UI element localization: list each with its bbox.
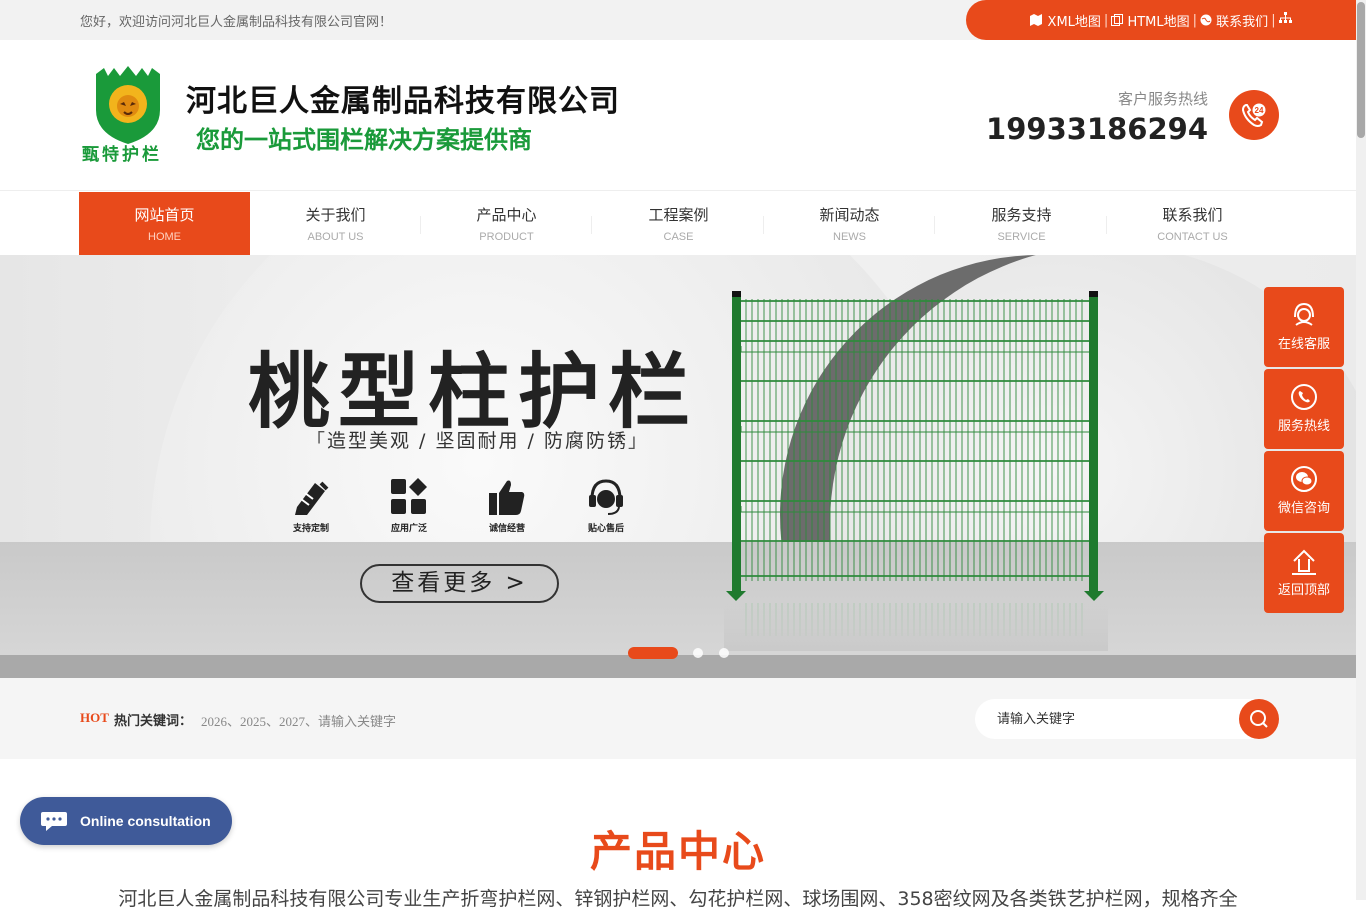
html-map-label: HTML地图 — [1127, 14, 1190, 30]
nav-contact[interactable]: 联系我们 CONTACT US — [1107, 192, 1278, 256]
wechat-consult-button[interactable]: 微信咨询 — [1264, 451, 1344, 531]
hotline-label: 客户服务热线 — [1117, 90, 1208, 108]
contact-label: 联系我们 — [1216, 14, 1269, 30]
search-icon — [1250, 710, 1268, 728]
nav-about[interactable]: 关于我们 ABOUT US — [250, 192, 421, 256]
nav-product[interactable]: 产品中心 PRODUCT — [421, 192, 592, 256]
company-slogan: 您的一站式围栏解决方案提供商 — [196, 126, 532, 154]
online-consultation-button[interactable]: Online consultation — [20, 797, 232, 845]
top-bar: 您好，欢迎访问河北巨人金属制品科技有限公司官网！ XML地图 | HTML地图 … — [0, 0, 1356, 40]
nav-label: 服务支持 — [991, 206, 1052, 224]
globe-icon — [1200, 14, 1212, 25]
hero-banner: 桃型柱护栏 「造型美观 / 坚固耐用 / 防腐防锈」 支持定制 应用广泛 诚信经… — [0, 255, 1356, 678]
product-center-description: 河北巨人金属制品科技有限公司专业生产折弯护栏网、锌钢护栏网、勾花护栏网、球场围网… — [118, 888, 1238, 910]
back-to-top-button[interactable]: 返回顶部 — [1264, 533, 1344, 613]
hot-keywords-bar: HOT 热门关键词： 2026、2025、2027、请输入关键字 — [0, 678, 1356, 759]
search-button[interactable] — [1239, 699, 1279, 739]
sitemap-icon — [1278, 12, 1292, 23]
float-label: 在线客服 — [1277, 337, 1330, 352]
nav-news[interactable]: 新闻动态 NEWS — [764, 192, 935, 256]
phone-24-icon: 24 — [1229, 90, 1279, 140]
thumbs-up-icon — [489, 480, 525, 515]
search-box — [975, 699, 1279, 739]
consult-label: Online consultation — [80, 813, 211, 829]
float-label: 微信咨询 — [1277, 501, 1330, 516]
hot-keywords-label: 热门关键词： — [114, 714, 193, 729]
fence-product-image — [724, 291, 1108, 651]
wechat-icon — [1291, 466, 1317, 492]
online-service-button[interactable]: 在线客服 — [1264, 287, 1344, 367]
logo-text: 甄特护栏 — [82, 145, 162, 165]
sitemap-link[interactable] — [1278, 12, 1292, 28]
top-links: XML地图 | HTML地图 | 联系我们 | — [966, 0, 1356, 40]
hotline-number: 19933186294 — [986, 112, 1208, 146]
contact-link[interactable]: 联系我们 — [1200, 11, 1268, 30]
nav-label: 网站首页 — [134, 206, 195, 224]
xml-map-label: XML地图 — [1047, 14, 1101, 30]
nav-label: 联系我们 — [1162, 206, 1223, 224]
nav-label: 新闻动态 — [819, 206, 880, 224]
site-header: 甄特护栏 河北巨人金属制品科技有限公司 您的一站式围栏解决方案提供商 客户服务热… — [0, 40, 1356, 190]
feature-label: 贴心售后 — [587, 524, 624, 534]
pencil-ruler-icon — [295, 481, 329, 515]
feature-custom: 支持定制 — [281, 477, 341, 534]
banner-subtitle: 「造型美观 / 坚固耐用 / 防腐防锈」 — [306, 430, 649, 452]
feature-after-sale: 贴心售后 — [576, 477, 636, 534]
company-logo[interactable]: 甄特护栏 — [80, 66, 176, 166]
map-icon — [1030, 13, 1043, 26]
nav-label: 工程案例 — [648, 206, 709, 224]
nav-case[interactable]: 工程案例 CASE — [593, 192, 764, 256]
main-nav: 网站首页 HOME 关于我们 ABOUT US 产品中心 PRODUCT 工程案… — [0, 190, 1356, 256]
service-hotline-button[interactable]: 服务热线 — [1264, 369, 1344, 449]
nav-sublabel: PRODUCT — [479, 231, 534, 243]
xml-map-link[interactable]: XML地图 — [1030, 11, 1101, 30]
copy-icon — [1111, 13, 1124, 26]
feature-label: 应用广泛 — [390, 524, 427, 534]
float-label: 服务热线 — [1277, 419, 1330, 434]
nav-sublabel: ABOUT US — [307, 231, 364, 243]
page-scrollbar[interactable] — [1356, 0, 1366, 900]
nav-sublabel: SERVICE — [997, 231, 1046, 243]
phone-icon — [1291, 384, 1317, 410]
carousel-dot-3[interactable] — [719, 648, 729, 658]
feature-label: 诚信经营 — [488, 524, 525, 534]
nav-label: 产品中心 — [476, 206, 537, 224]
company-name: 河北巨人金属制品科技有限公司 — [186, 84, 620, 119]
customer-service-icon — [1294, 302, 1314, 326]
hot-tag: HOT — [80, 710, 109, 725]
html-map-link[interactable]: HTML地图 — [1111, 11, 1190, 30]
arrow-up-icon — [1292, 549, 1316, 575]
feature-wide-use: 应用广泛 — [379, 477, 439, 534]
nav-home[interactable]: 网站首页 HOME — [79, 192, 250, 256]
nav-service[interactable]: 服务支持 SERVICE — [936, 192, 1107, 256]
chat-bubble-icon — [41, 812, 67, 831]
headset-icon — [589, 479, 623, 515]
nav-sublabel: CASE — [663, 231, 694, 243]
search-input[interactable] — [997, 709, 1227, 729]
view-more-button[interactable]: 查看更多 > — [360, 564, 559, 603]
scrollbar-thumb[interactable] — [1357, 2, 1365, 138]
svg-text:24: 24 — [1255, 106, 1264, 115]
nav-sublabel: NEWS — [833, 231, 866, 243]
carousel-dot-2[interactable] — [693, 648, 703, 658]
apps-grid-icon — [391, 478, 427, 514]
feature-integrity: 诚信经营 — [477, 477, 537, 534]
hot-keywords-list[interactable]: 2026、2025、2027、请输入关键字 — [201, 711, 396, 730]
nav-sublabel: CONTACT US — [1157, 231, 1228, 243]
float-label: 返回顶部 — [1277, 583, 1330, 598]
carousel-dots — [628, 647, 748, 659]
carousel-dot-1[interactable] — [628, 647, 678, 659]
nav-label: 关于我们 — [305, 206, 366, 224]
nav-sublabel: HOME — [148, 231, 181, 243]
welcome-text: 您好，欢迎访问河北巨人金属制品科技有限公司官网！ — [80, 15, 393, 30]
feature-label: 支持定制 — [292, 524, 329, 534]
